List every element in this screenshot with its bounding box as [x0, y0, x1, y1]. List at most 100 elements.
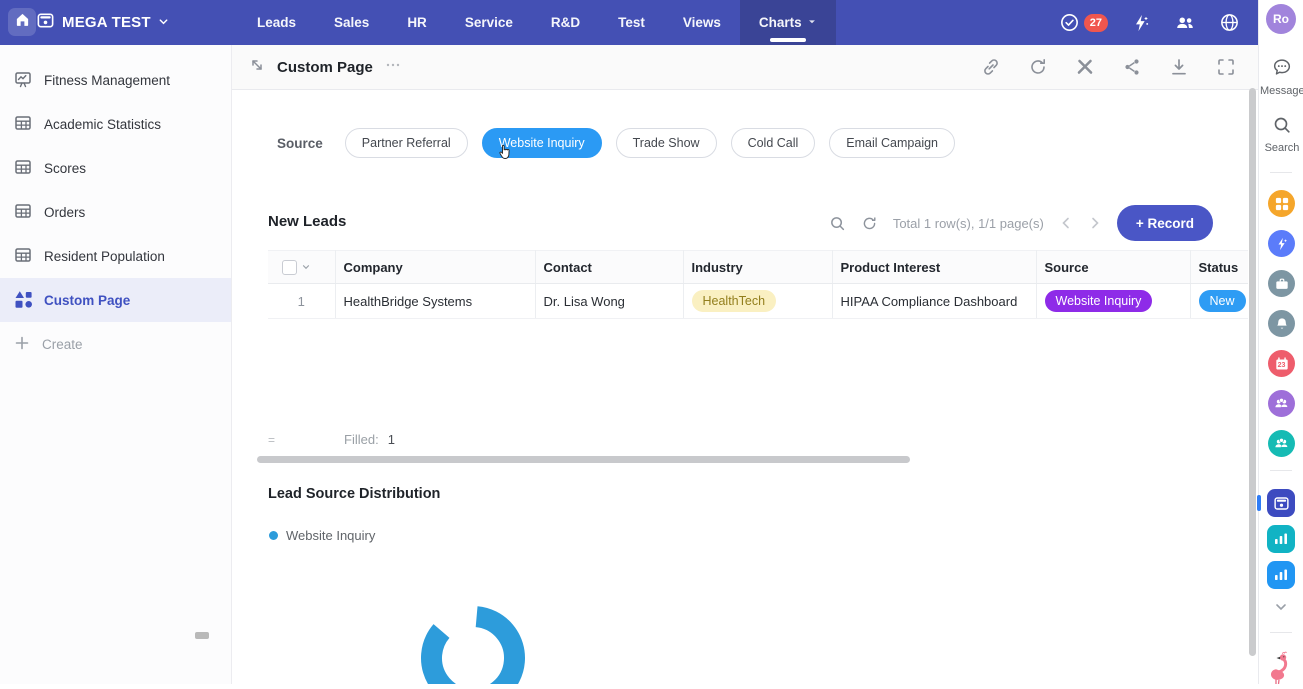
status-badge[interactable]: New	[1199, 290, 1246, 312]
sidebar-create-button[interactable]: Create	[0, 322, 231, 366]
link-icon[interactable]	[981, 57, 1001, 77]
table-icon	[14, 246, 32, 267]
col-header-status[interactable]: Status	[1190, 251, 1248, 284]
message-icon[interactable]	[1271, 56, 1293, 83]
table-icon	[14, 202, 32, 223]
chart-title: Lead Source Distribution	[268, 486, 440, 502]
briefcase-icon[interactable]	[1268, 270, 1295, 297]
app-icon-mega-test[interactable]	[1267, 489, 1295, 517]
page-title: Custom Page	[277, 59, 373, 76]
refresh-icon[interactable]	[861, 215, 878, 232]
workspace-switcher[interactable]: MEGA TEST	[36, 0, 169, 45]
col-header-company[interactable]: Company	[335, 251, 535, 284]
people-group-icon[interactable]	[1268, 390, 1295, 417]
globe-icon[interactable]	[1219, 12, 1240, 33]
home-icon	[15, 12, 30, 32]
nav-tab-rd[interactable]: R&D	[532, 0, 599, 45]
sidebar-item-scores[interactable]: Scores	[0, 146, 231, 190]
nav-tab-leads[interactable]: Leads	[238, 0, 315, 45]
nav-tab-charts[interactable]: Charts	[740, 0, 836, 45]
share-icon[interactable]	[1122, 57, 1142, 77]
search-icon[interactable]	[1272, 115, 1292, 140]
nav-tab-hr[interactable]: HR	[388, 0, 446, 45]
add-record-button[interactable]: + Record	[1117, 205, 1213, 241]
main-content: Source Partner Referral Website Inquiry …	[232, 90, 1248, 684]
chart-legend[interactable]: Website Inquiry	[269, 528, 375, 543]
sidebar-item-orders[interactable]: Orders	[0, 190, 231, 234]
dashboard-icon	[14, 70, 32, 91]
equals-icon: =	[268, 433, 298, 447]
refresh-icon[interactable]	[1028, 57, 1048, 77]
select-all-checkbox[interactable]	[282, 260, 297, 275]
table-icon	[14, 158, 32, 179]
nav-tabs: Leads Sales HR Service R&D Test Views Ch…	[238, 0, 836, 45]
tools-icon[interactable]	[1075, 57, 1095, 77]
summary-label[interactable]: Filled:	[344, 432, 379, 447]
automation-bolt-icon[interactable]	[1131, 13, 1151, 33]
col-header-industry[interactable]: Industry	[683, 251, 832, 284]
people-group-icon[interactable]	[1268, 430, 1295, 457]
vertical-scrollbar[interactable]	[1249, 88, 1256, 656]
active-app-indicator	[1257, 495, 1261, 511]
table-row[interactable]: 1 HealthBridge Systems Dr. Lisa Wong Hea…	[268, 284, 1248, 319]
search-icon[interactable]	[829, 215, 846, 232]
horizontal-scrollbar[interactable]	[257, 456, 910, 463]
nav-tab-test[interactable]: Test	[599, 0, 664, 45]
expand-diagonal-icon[interactable]	[249, 57, 265, 78]
legend-dot	[269, 531, 278, 540]
leads-table: Company Contact Industry Product Interes…	[268, 250, 1248, 319]
sidebar-scroll-handle[interactable]	[195, 632, 209, 639]
col-header-product-interest[interactable]: Product Interest	[832, 251, 1036, 284]
table-header-row: Company Contact Industry Product Interes…	[268, 251, 1248, 284]
page-prev-icon[interactable]	[1059, 216, 1073, 230]
sidebar-item-academic-statistics[interactable]: Academic Statistics	[0, 102, 231, 146]
tasks-check-icon[interactable]: 27	[1059, 12, 1108, 33]
col-header-contact[interactable]: Contact	[535, 251, 683, 284]
industry-badge[interactable]: HealthTech	[692, 290, 777, 312]
page-next-icon[interactable]	[1088, 216, 1102, 230]
cell-contact[interactable]: Dr. Lisa Wong	[535, 284, 683, 319]
more-icon[interactable]	[385, 57, 401, 78]
members-icon[interactable]	[1174, 12, 1196, 34]
nav-tab-service[interactable]: Service	[446, 0, 532, 45]
app-icon-chart-teal[interactable]	[1267, 525, 1295, 553]
col-header-source[interactable]: Source	[1036, 251, 1190, 284]
right-rail: Ro Message Search 23	[1258, 0, 1303, 684]
source-badge[interactable]: Website Inquiry	[1045, 290, 1153, 312]
app-icon-chart-blue[interactable]	[1267, 561, 1295, 589]
apps-grid-icon[interactable]	[1268, 190, 1295, 217]
filter-pill-cold-call[interactable]: Cold Call	[731, 128, 816, 158]
chevron-down-icon[interactable]	[1274, 600, 1288, 619]
flamingo-icon[interactable]	[1267, 650, 1297, 689]
cell-company[interactable]: HealthBridge Systems	[335, 284, 535, 319]
shapes-icon	[14, 290, 32, 311]
filter-pill-website-inquiry[interactable]: Website Inquiry	[482, 128, 602, 158]
filter-pill-trade-show[interactable]: Trade Show	[616, 128, 717, 158]
source-filter: Source Partner Referral Website Inquiry …	[277, 128, 955, 158]
chevron-down-icon	[158, 14, 169, 32]
nav-tab-views[interactable]: Views	[664, 0, 740, 45]
automation-bolt-icon[interactable]	[1268, 230, 1295, 257]
page-header: Custom Page	[232, 45, 1258, 90]
fullscreen-icon[interactable]	[1216, 57, 1236, 77]
calendar-icon[interactable]: 23	[1268, 350, 1295, 377]
search-label: Search	[1260, 142, 1303, 154]
bell-icon[interactable]	[1268, 310, 1295, 337]
summary-value: 1	[388, 432, 395, 447]
left-sidebar: Fitness Management Academic Statistics S…	[0, 45, 232, 684]
plus-icon	[14, 335, 30, 354]
user-avatar[interactable]: Ro	[1266, 4, 1296, 34]
sidebar-item-custom-page[interactable]: Custom Page	[0, 278, 231, 322]
table-summary-row: = Filled: 1	[268, 432, 395, 447]
filter-pill-partner-referral[interactable]: Partner Referral	[345, 128, 468, 158]
home-button[interactable]	[8, 8, 36, 36]
filter-pill-email-campaign[interactable]: Email Campaign	[829, 128, 955, 158]
table-section-title: New Leads	[268, 213, 346, 230]
chevron-down-icon[interactable]	[301, 260, 311, 275]
cell-product-interest[interactable]: HIPAA Compliance Dashboard	[832, 284, 1036, 319]
download-icon[interactable]	[1169, 57, 1189, 77]
nav-tab-sales[interactable]: Sales	[315, 0, 388, 45]
calendar-day: 23	[1268, 362, 1295, 369]
sidebar-item-resident-population[interactable]: Resident Population	[0, 234, 231, 278]
sidebar-item-fitness-management[interactable]: Fitness Management	[0, 58, 231, 102]
